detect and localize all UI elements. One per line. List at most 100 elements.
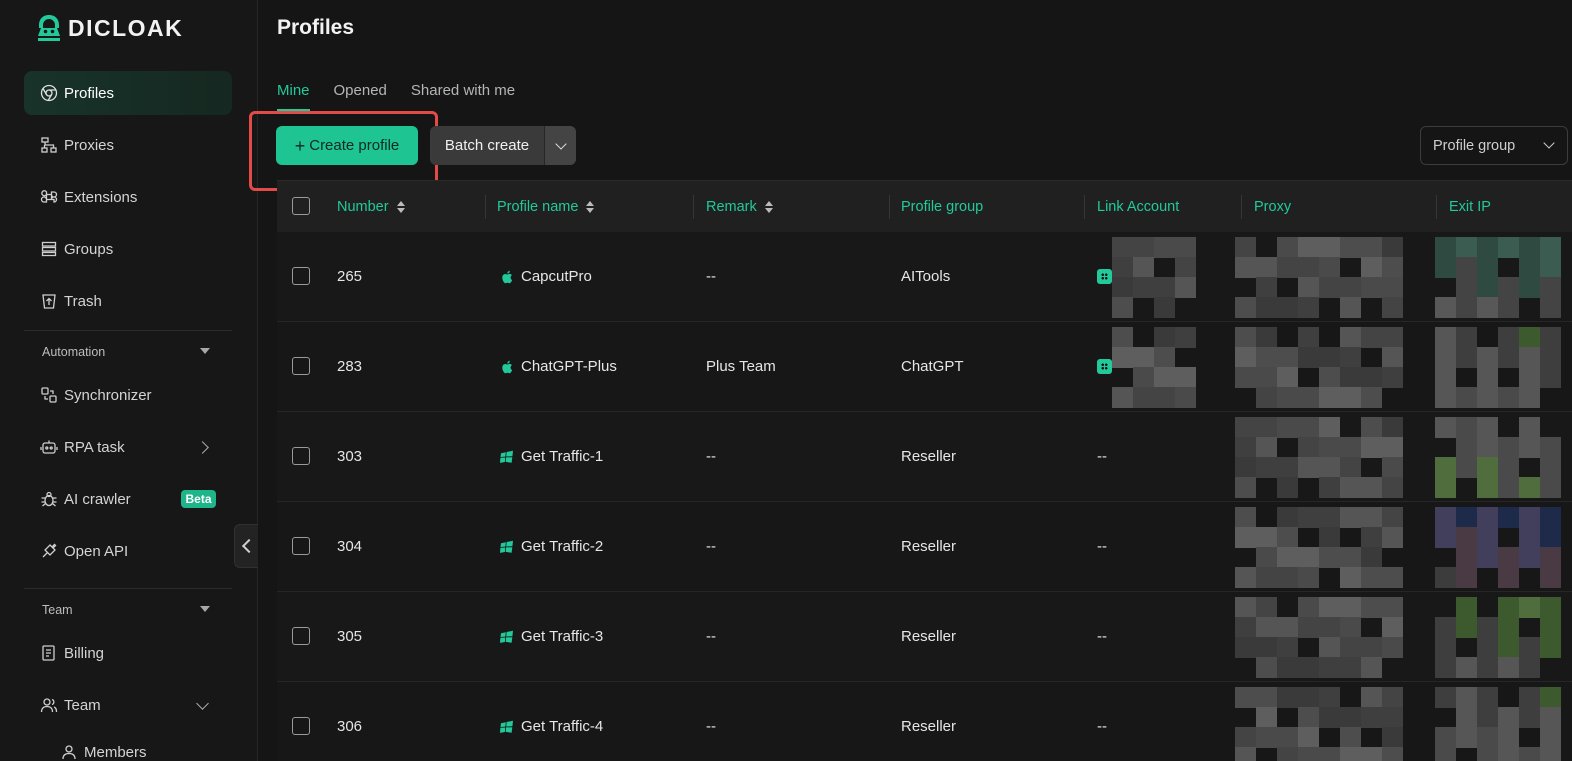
sidebar-item-open-api[interactable]: Open API — [24, 529, 232, 573]
sidebar-item-groups[interactable]: Groups — [24, 227, 232, 271]
table-row[interactable]: 283 ChatGPT-Plus Plus Team ChatGPT — [277, 322, 1572, 412]
redacted-pixel — [1498, 277, 1519, 298]
tab-opened[interactable]: Opened — [334, 82, 387, 111]
table-row[interactable]: 265 CapcutPro -- AITools — [277, 232, 1572, 322]
remark-cell: -- — [706, 412, 716, 501]
redacted-pixel — [1456, 507, 1477, 528]
redacted-pixel — [1175, 237, 1196, 258]
sidebar-item-billing[interactable]: Billing — [24, 631, 232, 675]
profile-group-cell: ChatGPT — [901, 322, 964, 411]
tab-mine[interactable]: Mine — [277, 82, 310, 111]
column-number[interactable]: Number — [337, 181, 405, 233]
redacted-pixel — [1519, 477, 1540, 498]
profile-group-select[interactable]: Profile group — [1420, 126, 1568, 165]
redacted-pixel — [1456, 347, 1477, 368]
redacted-pixel — [1382, 707, 1403, 728]
collapse-sidebar-button[interactable] — [234, 524, 258, 568]
brand-logo[interactable]: DICLOAK — [36, 14, 183, 42]
redacted-pixel — [1498, 707, 1519, 728]
table-row[interactable]: 306 Get Traffic-4 -- Reseller -- — [277, 682, 1572, 761]
table-row[interactable]: 304 Get Traffic-2 -- Reseller -- — [277, 502, 1572, 592]
profile-number: 303 — [337, 448, 363, 465]
profile-name-cell[interactable]: CapcutPro — [499, 232, 592, 321]
redacted-pixel — [1435, 327, 1456, 348]
batch-create-dropdown[interactable] — [545, 126, 576, 165]
sidebar-item-label: Trash — [64, 292, 102, 310]
redacted-pixel — [1361, 567, 1382, 588]
redacted-pixel — [1435, 347, 1456, 368]
profile-number: 283 — [337, 358, 363, 375]
profile-number: 306 — [337, 718, 363, 735]
windows-icon — [499, 629, 515, 645]
row-checkbox[interactable] — [292, 717, 310, 735]
column-label: Proxy — [1254, 199, 1292, 215]
tab-shared-with-me[interactable]: Shared with me — [411, 82, 515, 111]
redacted-pixel — [1477, 707, 1498, 728]
team-caret-icon[interactable] — [200, 606, 210, 612]
redacted-pixel — [1298, 707, 1319, 728]
account-badge-icon[interactable] — [1097, 359, 1112, 374]
create-profile-button[interactable]: + Create profile — [276, 126, 418, 165]
column-link-account: Link Account — [1097, 181, 1179, 233]
automation-caret-icon[interactable] — [200, 348, 210, 354]
profile-name[interactable]: Get Traffic-1 — [521, 448, 603, 465]
sidebar-item-label: Synchronizer — [64, 386, 152, 404]
profile-name[interactable]: Get Traffic-4 — [521, 718, 603, 735]
redacted-pixel — [1175, 327, 1196, 348]
sidebar-item-profiles[interactable]: Profiles — [24, 71, 232, 115]
redacted-pixel — [1540, 507, 1561, 528]
sidebar-item-synchronizer[interactable]: Synchronizer — [24, 373, 232, 417]
redacted-pixel — [1435, 387, 1456, 408]
redacted-pixel — [1477, 417, 1498, 438]
redacted-pixel — [1340, 457, 1361, 478]
row-checkbox[interactable] — [292, 627, 310, 645]
redacted-pixel — [1382, 567, 1403, 588]
redacted-pixel — [1477, 297, 1498, 318]
batch-create-label[interactable]: Batch create — [430, 126, 544, 165]
row-checkbox[interactable] — [292, 357, 310, 375]
profile-name-cell[interactable]: Get Traffic-3 — [499, 592, 603, 681]
profile-name[interactable]: Get Traffic-3 — [521, 628, 603, 645]
profile-name[interactable]: ChatGPT-Plus — [521, 358, 617, 375]
redacted-pixel — [1319, 477, 1340, 498]
sidebar-item-extensions[interactable]: Extensions — [24, 175, 232, 219]
profile-name-cell[interactable]: Get Traffic-2 — [499, 502, 603, 591]
column-profile-name[interactable]: Profile name — [497, 181, 595, 233]
table-row[interactable]: 303 Get Traffic-1 -- Reseller -- — [277, 412, 1572, 502]
batch-create-button[interactable]: Batch create — [430, 126, 576, 165]
redacted-pixel — [1277, 687, 1298, 708]
redacted-pixel — [1382, 277, 1403, 298]
profile-name-cell[interactable]: Get Traffic-1 — [499, 412, 603, 501]
redacted-pixel — [1298, 567, 1319, 588]
link-account-value: -- — [1097, 448, 1107, 465]
sort-icon[interactable] — [396, 201, 405, 213]
network-icon — [40, 136, 58, 154]
sidebar-item-members[interactable]: Members — [44, 735, 232, 761]
sort-icon[interactable] — [764, 201, 773, 213]
redacted-pixel — [1319, 387, 1340, 408]
link-account-value: -- — [1097, 628, 1107, 645]
redacted-pixel — [1477, 507, 1498, 528]
profile-name-cell[interactable]: ChatGPT-Plus — [499, 322, 617, 411]
row-checkbox[interactable] — [292, 447, 310, 465]
sort-icon[interactable] — [586, 201, 595, 213]
table-row[interactable]: 305 Get Traffic-3 -- Reseller -- — [277, 592, 1572, 682]
redacted-pixel — [1175, 367, 1196, 388]
column-remark[interactable]: Remark — [706, 181, 773, 233]
row-checkbox[interactable] — [292, 537, 310, 555]
redacted-pixel — [1319, 687, 1340, 708]
redacted-pixel — [1456, 257, 1477, 278]
column-label: Profile name — [497, 199, 579, 215]
sidebar-item-proxies[interactable]: Proxies — [24, 123, 232, 167]
profile-name[interactable]: Get Traffic-2 — [521, 538, 603, 555]
redacted-pixel — [1112, 257, 1133, 278]
select-all-checkbox[interactable] — [292, 197, 310, 215]
sidebar-item-trash[interactable]: Trash — [24, 279, 232, 323]
profile-group-cell: AITools — [901, 232, 950, 321]
redacted-pixel — [1256, 687, 1277, 708]
beta-badge: Beta — [181, 490, 216, 508]
profile-name-cell[interactable]: Get Traffic-4 — [499, 682, 603, 761]
row-checkbox[interactable] — [292, 267, 310, 285]
account-badge-icon[interactable] — [1097, 269, 1112, 284]
profile-name[interactable]: CapcutPro — [521, 268, 592, 285]
